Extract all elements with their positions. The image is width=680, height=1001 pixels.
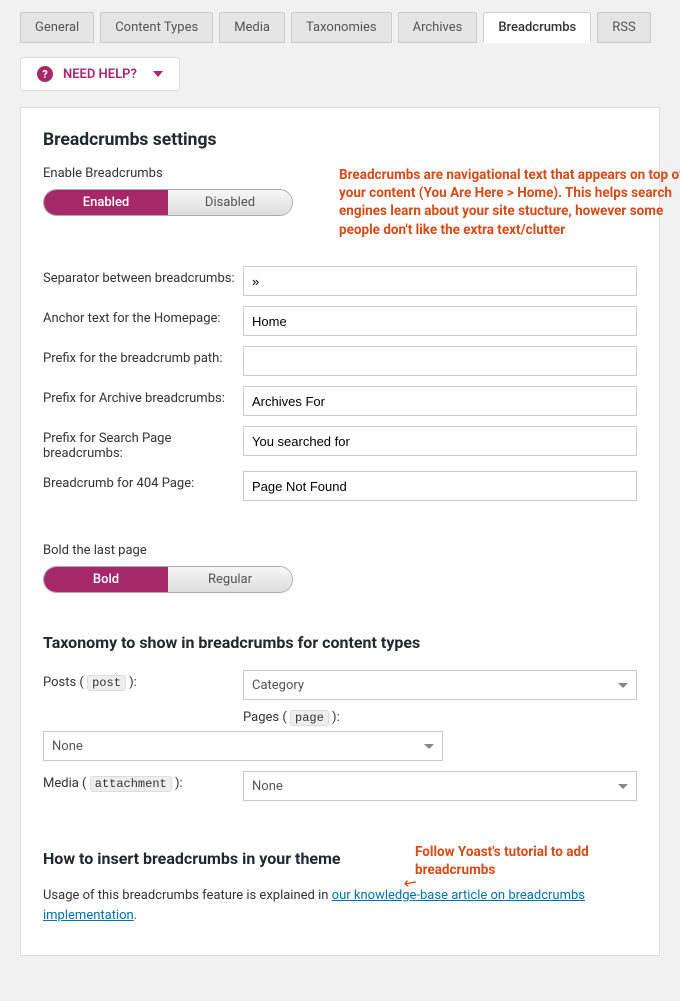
settings-tabs: General Content Types Media Taxonomies A…: [20, 12, 660, 43]
tab-taxonomies[interactable]: Taxonomies: [291, 12, 392, 43]
tab-media[interactable]: Media: [219, 12, 285, 43]
anchor-input[interactable]: [243, 306, 637, 336]
settings-panel: Breadcrumbs settings Enable Breadcrumbs …: [20, 107, 660, 956]
posts-taxonomy-label: Posts ( post ):: [43, 670, 243, 690]
tab-content-types[interactable]: Content Types: [100, 12, 213, 43]
media-taxonomy-label: Media ( attachment ):: [43, 771, 243, 791]
chevron-down-icon: [153, 71, 163, 77]
need-help-label: NEED HELP?: [63, 67, 137, 82]
tab-archives[interactable]: Archives: [398, 12, 478, 43]
separator-label: Separator between breadcrumbs:: [43, 266, 243, 286]
dropdown-arrow-icon: [618, 683, 628, 688]
posts-taxonomy-select[interactable]: Category: [243, 670, 637, 700]
prefix-search-input[interactable]: [243, 426, 637, 456]
taxonomy-heading: Taxonomy to show in breadcrumbs for cont…: [43, 633, 637, 652]
toggle-bold-option[interactable]: Bold: [44, 567, 168, 592]
toggle-disabled-option[interactable]: Disabled: [168, 190, 292, 215]
media-taxonomy-value: None: [252, 779, 283, 794]
prefix-path-label: Prefix for the breadcrumb path:: [43, 346, 243, 366]
prefix-archive-input[interactable]: [243, 386, 637, 416]
bold-last-page-label: Bold the last page: [43, 543, 637, 558]
dropdown-arrow-icon: [618, 784, 628, 789]
tab-rss[interactable]: RSS: [597, 12, 650, 43]
crumb-404-input[interactable]: [243, 471, 637, 501]
dropdown-arrow-icon: [424, 744, 434, 749]
prefix-search-label: Prefix for Search Page breadcrumbs:: [43, 426, 243, 461]
pages-taxonomy-select[interactable]: None: [43, 731, 443, 761]
prefix-archive-label: Prefix for Archive breadcrumbs:: [43, 386, 243, 406]
need-help-button[interactable]: ? NEED HELP?: [20, 57, 180, 91]
annotation-breadcrumbs-explain: Breadcrumbs are navigational text that a…: [339, 166, 680, 239]
posts-taxonomy-value: Category: [252, 678, 304, 693]
media-taxonomy-select[interactable]: None: [243, 771, 637, 801]
crumb-404-label: Breadcrumb for 404 Page:: [43, 471, 243, 491]
bold-last-page-toggle[interactable]: Bold Regular: [43, 566, 293, 593]
page-title: Breadcrumbs settings: [43, 130, 637, 150]
toggle-regular-option[interactable]: Regular: [168, 567, 292, 592]
pages-taxonomy-value: None: [52, 739, 83, 754]
anchor-label: Anchor text for the Homepage:: [43, 306, 243, 326]
toggle-enabled-option[interactable]: Enabled: [44, 190, 168, 215]
enable-breadcrumbs-toggle[interactable]: Enabled Disabled: [43, 189, 293, 216]
prefix-path-input[interactable]: [243, 346, 637, 376]
tab-breadcrumbs[interactable]: Breadcrumbs: [483, 12, 591, 43]
tab-general[interactable]: General: [20, 12, 94, 43]
question-icon: ?: [37, 66, 53, 82]
pages-taxonomy-label: Pages ( page ):: [243, 710, 637, 725]
separator-input[interactable]: [243, 266, 637, 296]
annotation-tutorial: Follow Yoast's tutorial to add breadcrum…: [415, 843, 655, 879]
insert-description: Usage of this breadcrumbs feature is exp…: [43, 886, 637, 925]
